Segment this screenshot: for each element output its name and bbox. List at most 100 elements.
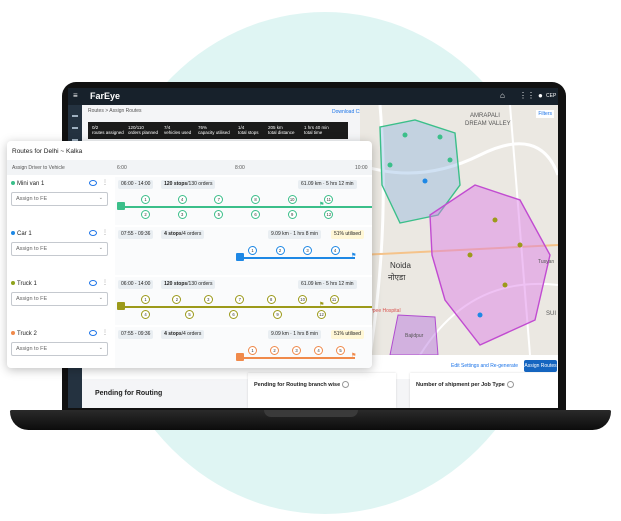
stop-marker[interactable]: 5	[185, 310, 194, 319]
stat-item: 76% capacity utilised	[198, 125, 230, 135]
vehicle-info: Mini van 1 ⋮ Assign to FE ⌄	[7, 177, 115, 225]
stop-marker[interactable]: 1	[141, 295, 150, 304]
stop-marker[interactable]: 4	[330, 246, 340, 255]
vehicle-info: Truck 2 ⋮ Assign to FE ⌄	[7, 327, 115, 368]
assign-routes-button[interactable]: Assign Routes	[524, 360, 557, 372]
vehicle-row: Car 1 ⋮ Assign to FE ⌄ 07:55 - 09:36 4 st…	[7, 227, 372, 275]
stat-item: 7/4 vehicles used	[164, 125, 192, 135]
time-tick: 8:00	[235, 165, 245, 171]
user-name[interactable]: CEP	[546, 93, 556, 99]
stop-marker[interactable]: 3	[292, 346, 301, 355]
time-window: 06:00 - 14:00	[118, 280, 154, 289]
stop-marker[interactable]: 10	[298, 295, 308, 304]
depot-home-icon[interactable]	[117, 302, 125, 310]
nav-item-icon[interactable]	[72, 115, 78, 117]
map-label: नोएडा	[388, 272, 406, 282]
chevron-down-icon: ⌄	[98, 195, 103, 201]
distance-duration: 9.09 km · 1 hrs 8 min	[268, 330, 321, 339]
depot-home-icon[interactable]	[236, 253, 244, 261]
route-timeline[interactable]: 07:55 - 09:36 4 stops/4 orders 9.09 km ·…	[115, 227, 372, 275]
routes-panel: Routes for Delhi ~ Kalka Assign Driver t…	[7, 141, 372, 368]
stop-marker[interactable]: 5	[336, 346, 345, 355]
top-bar: ≡ FarEye ⌂ ⋮⋮ ● CEP	[68, 88, 558, 105]
stop-marker[interactable]: 6	[251, 210, 260, 219]
stop-marker[interactable]: 11	[329, 295, 339, 304]
stop-marker[interactable]: 3	[203, 295, 213, 304]
laptop-notch	[264, 410, 358, 417]
laptop-mockup: ≡ FarEye ⌂ ⋮⋮ ● CEP Routes > Assign Rout…	[0, 0, 621, 521]
user-icon[interactable]: ●	[538, 91, 543, 100]
chevron-down-icon: ⌄	[98, 245, 103, 251]
eye-icon[interactable]	[89, 330, 97, 336]
assign-fe-select[interactable]: Assign to FE ⌄	[11, 342, 108, 356]
stop-marker[interactable]: 9	[287, 210, 297, 219]
map-label: Bajidpur	[405, 333, 424, 339]
eye-icon[interactable]	[89, 230, 97, 236]
stop-marker[interactable]: 1	[248, 346, 257, 355]
eye-icon[interactable]	[89, 180, 97, 186]
assign-fe-select[interactable]: Assign to FE ⌄	[11, 192, 108, 206]
stop-marker[interactable]: 4	[314, 346, 323, 355]
stop-marker[interactable]: 1	[248, 246, 257, 255]
map-label: AMRAPALI	[470, 113, 500, 119]
time-window: 07:55 - 09:36	[118, 330, 154, 339]
vehicle-color-dot	[11, 331, 15, 336]
vehicle-color-dot	[11, 281, 15, 286]
stop-marker[interactable]: 11	[324, 195, 334, 204]
stop-marker[interactable]: 2	[141, 210, 150, 219]
route-summary: 06:00 - 14:00 120 stops/130 orders 61.09…	[118, 180, 368, 189]
stop-marker[interactable]: 9	[273, 310, 282, 319]
stop-marker[interactable]: 2	[270, 346, 279, 355]
edit-settings-link[interactable]: Edit Settings and Re-generate	[451, 363, 518, 369]
kebab-menu-icon[interactable]: ⋮	[102, 179, 108, 186]
vehicle-color-dot	[11, 231, 15, 236]
distance-duration: 61.09 km · 5 hrs 12 min	[298, 280, 357, 289]
end-flag-icon: ⚑	[351, 353, 357, 359]
route-timeline[interactable]: 06:00 - 14:00 120 stops/130 orders 61.09…	[115, 177, 372, 225]
route-timeline[interactable]: 06:00 - 14:00 120 stops/130 orders 61.09…	[115, 277, 372, 325]
assign-driver-label: Assign Driver to Vehicle	[12, 165, 65, 171]
home-icon[interactable]: ⌂	[500, 91, 505, 100]
stop-marker[interactable]: 12	[324, 210, 334, 219]
hamburger-icon[interactable]: ≡	[73, 91, 78, 100]
route-map[interactable]: AMRAPALI DREAM VALLEY Noida नोएडा Jaypee…	[360, 105, 558, 355]
stop-marker[interactable]: 7	[214, 195, 224, 204]
route-timeline[interactable]: 07:55 - 09:36 4 stops/4 orders 9.09 km ·…	[115, 327, 372, 368]
stop-marker[interactable]: 7	[235, 295, 245, 304]
info-icon[interactable]	[342, 381, 350, 388]
depot-home-icon[interactable]	[236, 353, 244, 361]
stop-marker[interactable]: 3	[303, 246, 312, 255]
stop-marker[interactable]: 5	[214, 210, 224, 219]
vehicle-row: Truck 1 ⋮ Assign to FE ⌄ 06:00 - 14:00 12…	[7, 277, 372, 325]
stop-marker[interactable]: 2	[275, 246, 285, 255]
chevron-down-icon: ⌄	[98, 295, 103, 301]
stop-marker[interactable]: 8	[266, 295, 276, 304]
nav-item-icon[interactable]	[72, 127, 78, 129]
time-tick: 6:00	[117, 165, 127, 171]
assign-fe-select[interactable]: Assign to FE ⌄	[11, 292, 108, 306]
kebab-menu-icon[interactable]: ⋮	[102, 229, 108, 236]
route-summary: 07:55 - 09:36 4 stops/4 orders 9.09 km ·…	[118, 230, 368, 239]
stop-marker[interactable]: 12	[317, 310, 326, 319]
stop-marker[interactable]: 3	[177, 210, 187, 219]
stop-marker[interactable]: 2	[172, 295, 182, 304]
info-icon[interactable]	[506, 381, 514, 388]
stop-marker[interactable]: 8	[251, 195, 260, 204]
vehicle-info: Car 1 ⋮ Assign to FE ⌄	[7, 227, 115, 275]
stop-marker[interactable]: 4	[141, 310, 150, 319]
depot-home-icon[interactable]	[117, 202, 125, 210]
breadcrumb: Routes > Assign Routes	[88, 108, 142, 114]
kebab-menu-icon[interactable]: ⋮	[102, 279, 108, 286]
end-flag-icon: ⚑	[351, 253, 357, 259]
eye-icon[interactable]	[89, 280, 97, 286]
kebab-menu-icon[interactable]: ⋮	[102, 329, 108, 336]
filters-button[interactable]: Filters	[536, 110, 554, 118]
end-flag-icon: ⚑	[319, 302, 325, 308]
stop-marker[interactable]: 4	[177, 195, 187, 204]
apps-grid-icon[interactable]: ⋮⋮	[519, 91, 535, 100]
brand-logo: FarEye	[90, 91, 121, 101]
stop-marker[interactable]: 10	[287, 195, 297, 204]
stop-marker[interactable]: 1	[141, 195, 150, 204]
stop-marker[interactable]: 6	[229, 310, 238, 319]
assign-fe-select[interactable]: Assign to FE ⌄	[11, 242, 108, 256]
